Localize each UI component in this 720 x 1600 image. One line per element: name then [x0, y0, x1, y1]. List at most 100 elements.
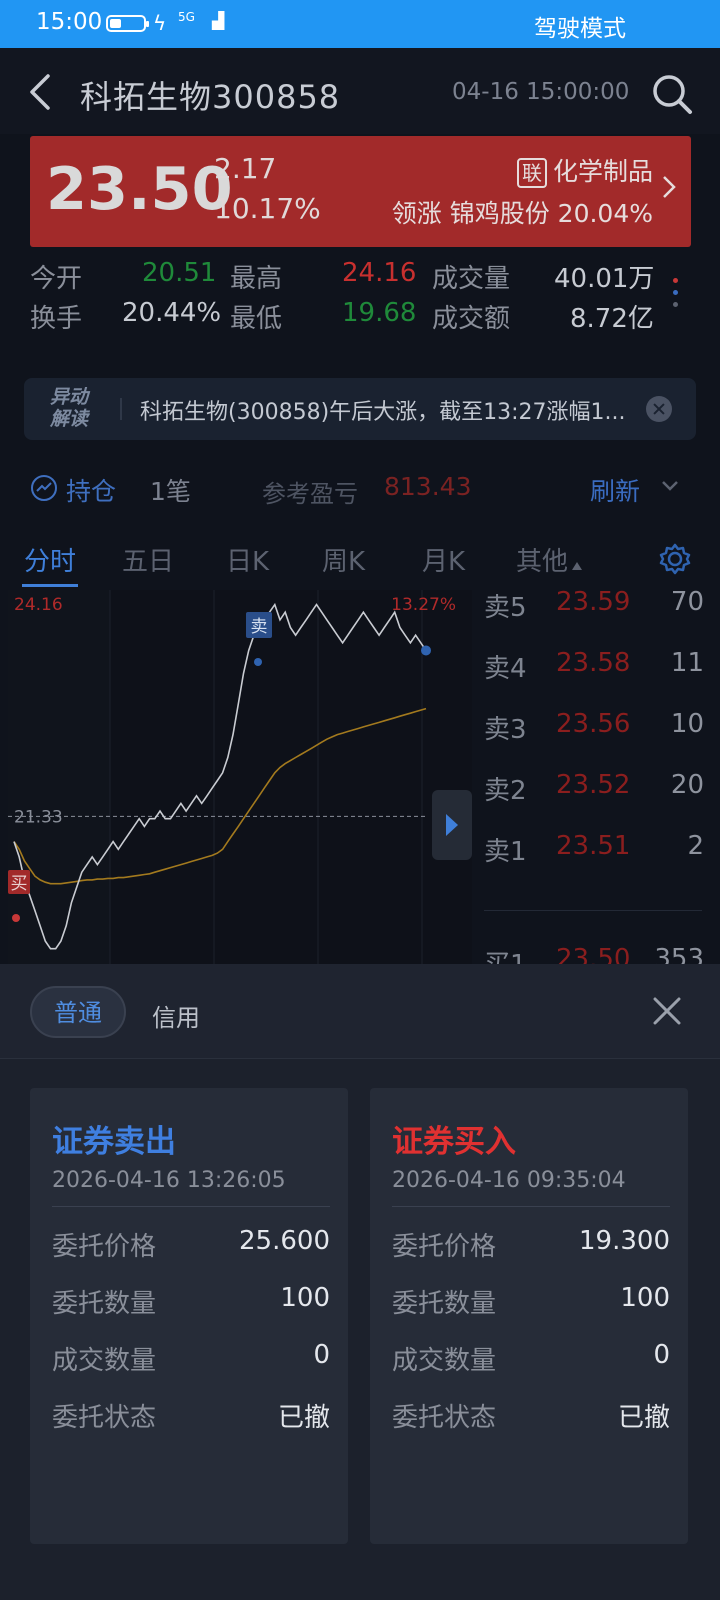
search-icon[interactable]: [650, 72, 694, 116]
current-price: 23.50: [46, 154, 233, 223]
order-book-row[interactable]: 卖5 23.59 70: [484, 587, 704, 627]
refresh-button[interactable]: 刷新: [590, 472, 640, 508]
holdings-label[interactable]: 持仓: [66, 472, 116, 508]
alert-logo-line2: 解读: [50, 408, 89, 430]
order-title: 证券买入: [392, 1124, 516, 1160]
driving-mode-label[interactable]: 驾驶模式: [534, 9, 626, 43]
order-card-sell[interactable]: 证券卖出 2026-04-16 13:26:05 委托价格 25.600 委托数量…: [30, 1088, 348, 1544]
industry-label[interactable]: 联化学制品: [516, 152, 653, 188]
quote-datetime: 04-16 15:00:00: [452, 79, 630, 105]
order-book-label: 买1: [484, 944, 527, 964]
stats-grid: 今开 20.51 最高 24.16 成交量 40.01万 换手 20.44% 最…: [0, 250, 720, 346]
holdings-count: 1笔: [150, 477, 191, 506]
chevron-down-icon[interactable]: [661, 480, 679, 492]
order-book-label: 卖1: [484, 837, 527, 867]
status-time: 15:00: [36, 9, 103, 35]
order-book-label: 卖5: [484, 593, 527, 623]
order-book-volume: 20: [670, 770, 704, 800]
order-book-volume: 10: [670, 709, 704, 739]
order-time: 2026-04-16 13:26:05: [52, 1168, 286, 1193]
order-book-price: 23.58: [556, 648, 631, 678]
alert-text: 科拓生物(300858)午后大涨，截至13:27涨幅1...: [140, 400, 626, 425]
close-icon[interactable]: [646, 396, 672, 422]
order-field-value: 100: [280, 1283, 330, 1313]
order-time: 2026-04-16 09:35:04: [392, 1168, 626, 1193]
high-pct-label: 13.27%: [391, 595, 456, 615]
stat-label: 最低: [230, 304, 283, 334]
order-book-label: 卖3: [484, 715, 527, 745]
divider: [484, 910, 702, 911]
stat-value: 20.44%: [122, 298, 222, 328]
battery-icon: [106, 15, 149, 32]
order-book-price: 23.51: [556, 831, 631, 861]
order-book-row[interactable]: 卖2 23.52 20: [484, 770, 704, 810]
order-field-value: 25.600: [239, 1226, 330, 1256]
order-field-label: 委托价格: [52, 1232, 157, 1262]
order-title: 证券卖出: [52, 1124, 176, 1160]
pnl-label: 参考盈亏: [262, 480, 358, 508]
stat-value: 40.01万: [554, 264, 655, 294]
charging-icon: ϟ: [153, 11, 167, 35]
stat-label: 成交量: [432, 264, 511, 294]
order-field-value: 已撤: [277, 1403, 330, 1433]
order-field-label: 委托状态: [392, 1403, 497, 1433]
linked-icon: 联: [516, 158, 547, 188]
divider: [120, 398, 122, 420]
order-book-price: 23.59: [556, 587, 631, 617]
stat-label: 今开: [30, 264, 83, 294]
order-book-row[interactable]: 买1 23.50 353: [484, 944, 704, 964]
dropdown-caret-icon: [572, 562, 582, 570]
price-card[interactable]: 23.50 2.17 10.17% 联化学制品 领涨 锦鸡股份 20.04%: [30, 136, 691, 247]
tab-daily-k[interactable]: 日K: [226, 541, 269, 578]
intraday-chart[interactable]: 24.16 13.27% 21.33 买 卖: [8, 590, 472, 964]
more-dots-icon[interactable]: [673, 278, 681, 314]
stat-label: 换手: [30, 304, 83, 334]
tab-five-day[interactable]: 五日: [122, 541, 174, 578]
segment-credit[interactable]: 信用: [152, 998, 200, 1033]
tab-weekly-k[interactable]: 周K: [322, 541, 365, 578]
close-icon[interactable]: [650, 994, 684, 1028]
divider: [52, 1206, 330, 1207]
order-card-buy[interactable]: 证券买入 2026-04-16 09:35:04 委托价格 19.300 委托数量…: [370, 1088, 688, 1544]
order-book-price: 23.52: [556, 770, 631, 800]
order-book-volume: 353: [654, 944, 704, 964]
tab-monthly-k[interactable]: 月K: [422, 541, 465, 578]
pnl-value: 813.43: [384, 472, 472, 501]
prev-close-label: 21.33: [14, 807, 63, 827]
order-field-label: 委托价格: [392, 1232, 497, 1262]
order-field-label: 委托状态: [52, 1403, 157, 1433]
tab-intraday[interactable]: 分时: [24, 541, 76, 578]
order-book-label: 卖4: [484, 654, 527, 684]
trend-icon[interactable]: [30, 474, 58, 502]
svg-text:卖: 卖: [251, 617, 268, 637]
order-book-row[interactable]: 卖1 23.51 2: [484, 831, 704, 871]
back-icon[interactable]: [26, 72, 54, 112]
order-field-value: 已撤: [617, 1403, 670, 1433]
stock-header: 科拓生物300858 04-16 15:00:00: [0, 48, 720, 134]
order-book-volume: 2: [687, 831, 704, 861]
order-book-volume: 70: [670, 587, 704, 617]
signal-icon: ▟: [212, 11, 225, 30]
expand-panel-icon[interactable]: [432, 790, 472, 860]
order-field-label: 成交数量: [392, 1346, 497, 1376]
stat-label: 成交额: [432, 304, 511, 334]
price-change-pct: 10.17%: [214, 192, 321, 225]
stat-value: 20.51: [142, 258, 217, 288]
stat-label: 最高: [230, 264, 283, 294]
gear-icon[interactable]: [658, 542, 692, 576]
order-field-label: 委托数量: [52, 1289, 157, 1319]
order-field-label: 成交数量: [52, 1346, 157, 1376]
last-price-dot: [421, 645, 431, 656]
order-book-price: 23.56: [556, 709, 631, 739]
stat-value: 8.72亿: [570, 304, 654, 334]
divider: [392, 1206, 670, 1207]
tab-other[interactable]: 其他: [516, 541, 568, 578]
news-alert-banner[interactable]: 异动 解读 科拓生物(300858)午后大涨，截至13:27涨幅1...: [24, 378, 696, 440]
order-book-volume: 11: [670, 648, 704, 678]
order-book-row[interactable]: 卖4 23.58 11: [484, 648, 704, 688]
stat-value: 19.68: [342, 298, 417, 328]
order-book-row[interactable]: 卖3 23.56 10: [484, 709, 704, 749]
price-change: 2.17: [214, 152, 277, 185]
order-field-value: 19.300: [579, 1226, 670, 1256]
segment-normal[interactable]: 普通: [30, 986, 126, 1038]
